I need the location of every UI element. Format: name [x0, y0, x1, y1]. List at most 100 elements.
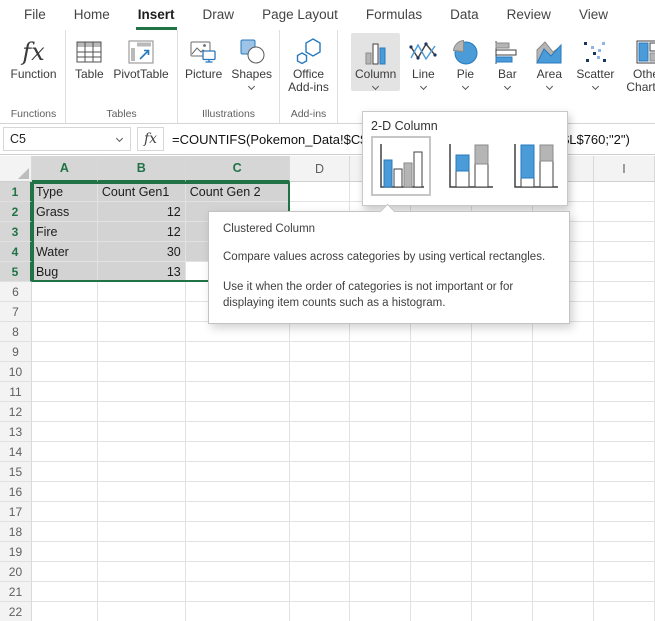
column-header-B[interactable]: B — [98, 156, 186, 182]
cell-E22[interactable] — [350, 602, 411, 621]
line-chart-chevron-icon[interactable] — [420, 83, 427, 90]
cell-D16[interactable] — [290, 482, 351, 502]
cell-H17[interactable] — [533, 502, 594, 522]
cell-F13[interactable] — [411, 422, 472, 442]
cell-H15[interactable] — [533, 462, 594, 482]
tab-formulas[interactable]: Formulas — [352, 0, 436, 30]
cell-D21[interactable] — [290, 582, 351, 602]
cell-G16[interactable] — [472, 482, 533, 502]
cell-I10[interactable] — [594, 362, 655, 382]
cell-F16[interactable] — [411, 482, 472, 502]
cell-A11[interactable] — [32, 382, 98, 402]
cell-I11[interactable] — [594, 382, 655, 402]
cell-G20[interactable] — [472, 562, 533, 582]
cell-F22[interactable] — [411, 602, 472, 621]
cell-G18[interactable] — [472, 522, 533, 542]
cell-A13[interactable] — [32, 422, 98, 442]
cell-B22[interactable] — [98, 602, 186, 621]
cell-F17[interactable] — [411, 502, 472, 522]
row-header-9[interactable]: 9 — [0, 342, 32, 362]
cell-D15[interactable] — [290, 462, 351, 482]
cell-B20[interactable] — [98, 562, 186, 582]
row-header-21[interactable]: 21 — [0, 582, 32, 602]
cell-C18[interactable] — [186, 522, 290, 542]
row-header-16[interactable]: 16 — [0, 482, 32, 502]
row-header-12[interactable]: 12 — [0, 402, 32, 422]
row-header-11[interactable]: 11 — [0, 382, 32, 402]
cell-D20[interactable] — [290, 562, 351, 582]
cell-B15[interactable] — [98, 462, 186, 482]
cell-H19[interactable] — [533, 542, 594, 562]
cell-I22[interactable] — [594, 602, 655, 621]
cell-D9[interactable] — [290, 342, 351, 362]
cell-B10[interactable] — [98, 362, 186, 382]
cell-F18[interactable] — [411, 522, 472, 542]
column-chart-button[interactable]: Column — [351, 33, 400, 91]
bar-chart-chevron-icon[interactable] — [504, 83, 511, 90]
scatter-chart-button[interactable]: Scatter — [572, 33, 618, 91]
cell-B16[interactable] — [98, 482, 186, 502]
cell-A19[interactable] — [32, 542, 98, 562]
cell-H18[interactable] — [533, 522, 594, 542]
cell-E20[interactable] — [350, 562, 411, 582]
cell-F12[interactable] — [411, 402, 472, 422]
cell-F14[interactable] — [411, 442, 472, 462]
cell-A7[interactable] — [32, 302, 98, 322]
cell-C1[interactable]: Count Gen 2 — [186, 182, 290, 202]
tab-home[interactable]: Home — [60, 0, 124, 30]
cell-F10[interactable] — [411, 362, 472, 382]
cell-H10[interactable] — [533, 362, 594, 382]
cell-B14[interactable] — [98, 442, 186, 462]
cell-C21[interactable] — [186, 582, 290, 602]
cell-C17[interactable] — [186, 502, 290, 522]
formula-input[interactable]: =COUNTIFS(Pokemon_Data!$C$ — [172, 132, 367, 147]
cell-A21[interactable] — [32, 582, 98, 602]
cell-E9[interactable] — [350, 342, 411, 362]
cell-B9[interactable] — [98, 342, 186, 362]
cell-A3[interactable]: Fire — [32, 222, 98, 242]
cell-C16[interactable] — [186, 482, 290, 502]
cell-A22[interactable] — [32, 602, 98, 621]
cell-E18[interactable] — [350, 522, 411, 542]
cell-I21[interactable] — [594, 582, 655, 602]
cell-I6[interactable] — [594, 282, 655, 302]
area-chart-button[interactable]: Area — [530, 33, 568, 91]
row-header-20[interactable]: 20 — [0, 562, 32, 582]
tab-view[interactable]: View — [565, 0, 622, 30]
function-button[interactable]: fx Function — [6, 33, 60, 83]
shapes-button[interactable]: Shapes — [227, 33, 276, 91]
cell-F11[interactable] — [411, 382, 472, 402]
cell-H21[interactable] — [533, 582, 594, 602]
cell-G15[interactable] — [472, 462, 533, 482]
hundred-percent-stacked-column-option[interactable] — [509, 142, 561, 192]
cell-F9[interactable] — [411, 342, 472, 362]
cell-E12[interactable] — [350, 402, 411, 422]
cell-E11[interactable] — [350, 382, 411, 402]
cell-B6[interactable] — [98, 282, 186, 302]
row-header-19[interactable]: 19 — [0, 542, 32, 562]
row-header-17[interactable]: 17 — [0, 502, 32, 522]
cell-I2[interactable] — [594, 202, 655, 222]
office-addins-button[interactable]: Office Add-ins — [282, 33, 336, 96]
cell-A14[interactable] — [32, 442, 98, 462]
tab-draw[interactable]: Draw — [189, 0, 249, 30]
row-header-7[interactable]: 7 — [0, 302, 32, 322]
cell-H8[interactable] — [533, 322, 594, 342]
cell-A12[interactable] — [32, 402, 98, 422]
cell-D19[interactable] — [290, 542, 351, 562]
cell-E19[interactable] — [350, 542, 411, 562]
cell-B4[interactable]: 30 — [98, 242, 186, 262]
cell-A2[interactable]: Grass — [32, 202, 98, 222]
cell-A17[interactable] — [32, 502, 98, 522]
cell-D13[interactable] — [290, 422, 351, 442]
cell-E14[interactable] — [350, 442, 411, 462]
cell-B5[interactable]: 13 — [98, 262, 186, 282]
pivottable-button[interactable]: PivotTable — [109, 33, 172, 83]
cell-E13[interactable] — [350, 422, 411, 442]
clustered-column-option[interactable] — [371, 136, 431, 196]
cell-C12[interactable] — [186, 402, 290, 422]
cell-A9[interactable] — [32, 342, 98, 362]
cell-B8[interactable] — [98, 322, 186, 342]
cell-I5[interactable] — [594, 262, 655, 282]
cell-H20[interactable] — [533, 562, 594, 582]
